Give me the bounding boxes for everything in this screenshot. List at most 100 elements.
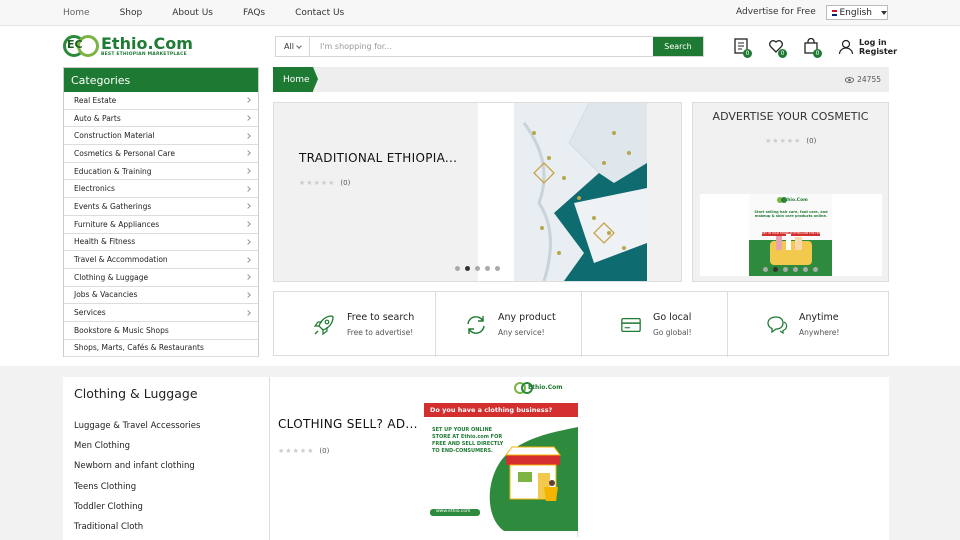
slider-dot[interactable] (465, 266, 470, 271)
cosmetic-ad-image[interactable]: Ethio.Com Start selling hair care, foot … (700, 194, 882, 276)
nav-home[interactable]: Home (63, 8, 90, 18)
chevron-right-icon (245, 168, 251, 174)
slider-dot[interactable] (763, 267, 768, 272)
category-item[interactable]: Electronics (64, 180, 258, 199)
slide-product-image[interactable] (478, 103, 647, 281)
search-input[interactable]: I'm shopping for... (310, 37, 653, 56)
uk-flag-icon (832, 9, 837, 16)
slider-dot[interactable] (783, 267, 788, 272)
category-item[interactable]: Events & Gatherings (64, 198, 258, 216)
categories-title: Categories (64, 68, 258, 92)
category-item[interactable]: Travel & Accommodation (64, 251, 258, 269)
ad-url: www.ethio.com (436, 509, 471, 514)
login-link[interactable]: Log in (859, 38, 897, 47)
slider-dot[interactable] (455, 266, 460, 271)
site-logo[interactable]: EC Ethio.Com BEST ETHIOPIAN MARKETPLACE (63, 35, 193, 57)
category-item[interactable]: Jobs & Vacancies (64, 287, 258, 305)
subcategory-link[interactable]: Traditional Cloth (74, 522, 143, 532)
feature-title: Anytime (799, 312, 839, 323)
product-card[interactable]: CLOTHING SELL? AD... ★ ★ ★ ★ ★ (0) Ethio.Com… (271, 377, 578, 537)
slide-product-title[interactable]: TRADITIONAL ETHIOPIA... (299, 151, 457, 165)
star-icon: ★ (278, 447, 285, 455)
category-label: Electronics (74, 184, 115, 194)
category-item[interactable]: Auto & Parts (64, 110, 258, 128)
rating-count: (0) (340, 179, 351, 187)
traditional-dress-image (514, 103, 647, 281)
star-icon: ★ (313, 179, 320, 187)
slider-dot[interactable] (485, 266, 490, 271)
slider-dots (763, 267, 818, 272)
category-label: Real Estate (74, 95, 117, 105)
cart-count: 0 (813, 49, 822, 58)
star-icon: ★ (328, 179, 335, 187)
advertise-link[interactable]: Advertise for Free (736, 7, 816, 17)
language-select[interactable]: English (826, 5, 888, 20)
nav-contact-us[interactable]: Contact Us (295, 8, 344, 18)
account-links: Log in Register (838, 38, 897, 56)
slider-dot[interactable] (773, 267, 778, 272)
cart-button[interactable]: 0 (803, 37, 822, 58)
category-label: Jobs & Vacancies (74, 290, 138, 300)
feature-subtitle: Anywhere! (799, 328, 840, 337)
rating: ★ ★ ★ ★ ★ (0) (299, 179, 350, 187)
subcategory-link[interactable]: Newborn and infant clothing (74, 461, 195, 471)
category-item[interactable]: Education & Training (64, 163, 258, 181)
chevron-down-icon (881, 10, 887, 15)
category-label: Travel & Accommodation (74, 255, 168, 265)
category-item[interactable]: Cosmetics & Personal Care (64, 145, 258, 163)
nav-faqs[interactable]: FAQs (243, 8, 265, 18)
category-item[interactable]: Bookstore & Music Shops (64, 322, 258, 340)
slider-dot[interactable] (793, 267, 798, 272)
category-item[interactable]: Clothing & Luggage (64, 269, 258, 287)
category-item[interactable]: Real Estate (64, 92, 258, 110)
category-label: Auto & Parts (74, 113, 121, 123)
category-item[interactable]: Health & Fitness (64, 234, 258, 252)
subcategory-link[interactable]: Teens Clothing (74, 482, 136, 492)
search-category-label: All (284, 42, 294, 51)
category-item[interactable]: Shops, Marts, Cafés & Restaurants (64, 340, 258, 358)
star-icon: ★ (306, 179, 313, 187)
nav-shop[interactable]: Shop (120, 8, 143, 18)
categories-menu: Categories Real Estate Auto & Parts Constr… (63, 67, 259, 358)
slider-dot[interactable] (813, 267, 818, 272)
category-item[interactable]: Services (64, 304, 258, 322)
product-title[interactable]: CLOTHING SELL? AD... (278, 417, 418, 431)
chevron-right-icon (245, 150, 251, 157)
nav-about-us[interactable]: About Us (172, 8, 213, 18)
slider-dot[interactable] (475, 266, 480, 271)
features-bar: Free to search Free to advertise! Any pro… (273, 291, 889, 357)
side-slide-title[interactable]: ADVERTISE YOUR COSMETIC (693, 110, 888, 123)
feature-subtitle: Free to advertise! (347, 328, 414, 337)
star-icon: ★ (299, 179, 306, 187)
breadcrumb-home[interactable]: Home (273, 67, 318, 92)
category-item[interactable]: Furniture & Appliances (64, 216, 258, 234)
star-icon: ★ (292, 447, 299, 455)
feature-title: Go local (653, 312, 692, 323)
search-category-select[interactable]: All (276, 37, 310, 56)
compare-button[interactable]: 0 (733, 38, 752, 58)
subcategory-link[interactable]: Men Clothing (74, 441, 130, 451)
star-icon: ★ (772, 137, 779, 145)
rating: ★ ★ ★ ★ ★ (0) (765, 137, 816, 145)
register-link[interactable]: Register (859, 47, 897, 56)
rating: ★ ★ ★ ★ ★ (0) (278, 447, 329, 455)
chevron-right-icon (245, 115, 251, 121)
slider-dots (455, 266, 500, 271)
wishlist-button[interactable]: 0 (768, 38, 787, 58)
category-item[interactable]: Construction Material (64, 127, 258, 146)
clothing-ad-image[interactable]: Ethio.Com Do you have a clothing busines… (424, 377, 578, 531)
slider-dot[interactable] (803, 267, 808, 272)
user-icon (838, 39, 854, 55)
search-button[interactable]: Search (653, 37, 703, 56)
card-icon (621, 317, 641, 332)
featured-slider[interactable]: TRADITIONAL ETHIOPIA... ★ ★ ★ ★ ★ (0) (273, 102, 682, 282)
chevron-right-icon (245, 256, 251, 263)
ad-brand: Ethio.Com (782, 198, 808, 203)
header: EC Ethio.Com BEST ETHIOPIAN MARKETPLACE … (0, 26, 960, 66)
subcategory-link[interactable]: Toddler Clothing (74, 502, 143, 512)
ad-body: SET UP YOUR ONLINE STORE AT Ethio.com FO… (432, 427, 504, 454)
subcategory-link[interactable]: Luggage & Travel Accessories (74, 421, 200, 431)
side-slider[interactable]: ADVERTISE YOUR COSMETIC ★ ★ ★ ★ ★ (0) Ethio.… (692, 102, 889, 282)
feature-item: Anytime Anywhere! (727, 292, 889, 357)
slider-dot[interactable] (495, 266, 500, 271)
